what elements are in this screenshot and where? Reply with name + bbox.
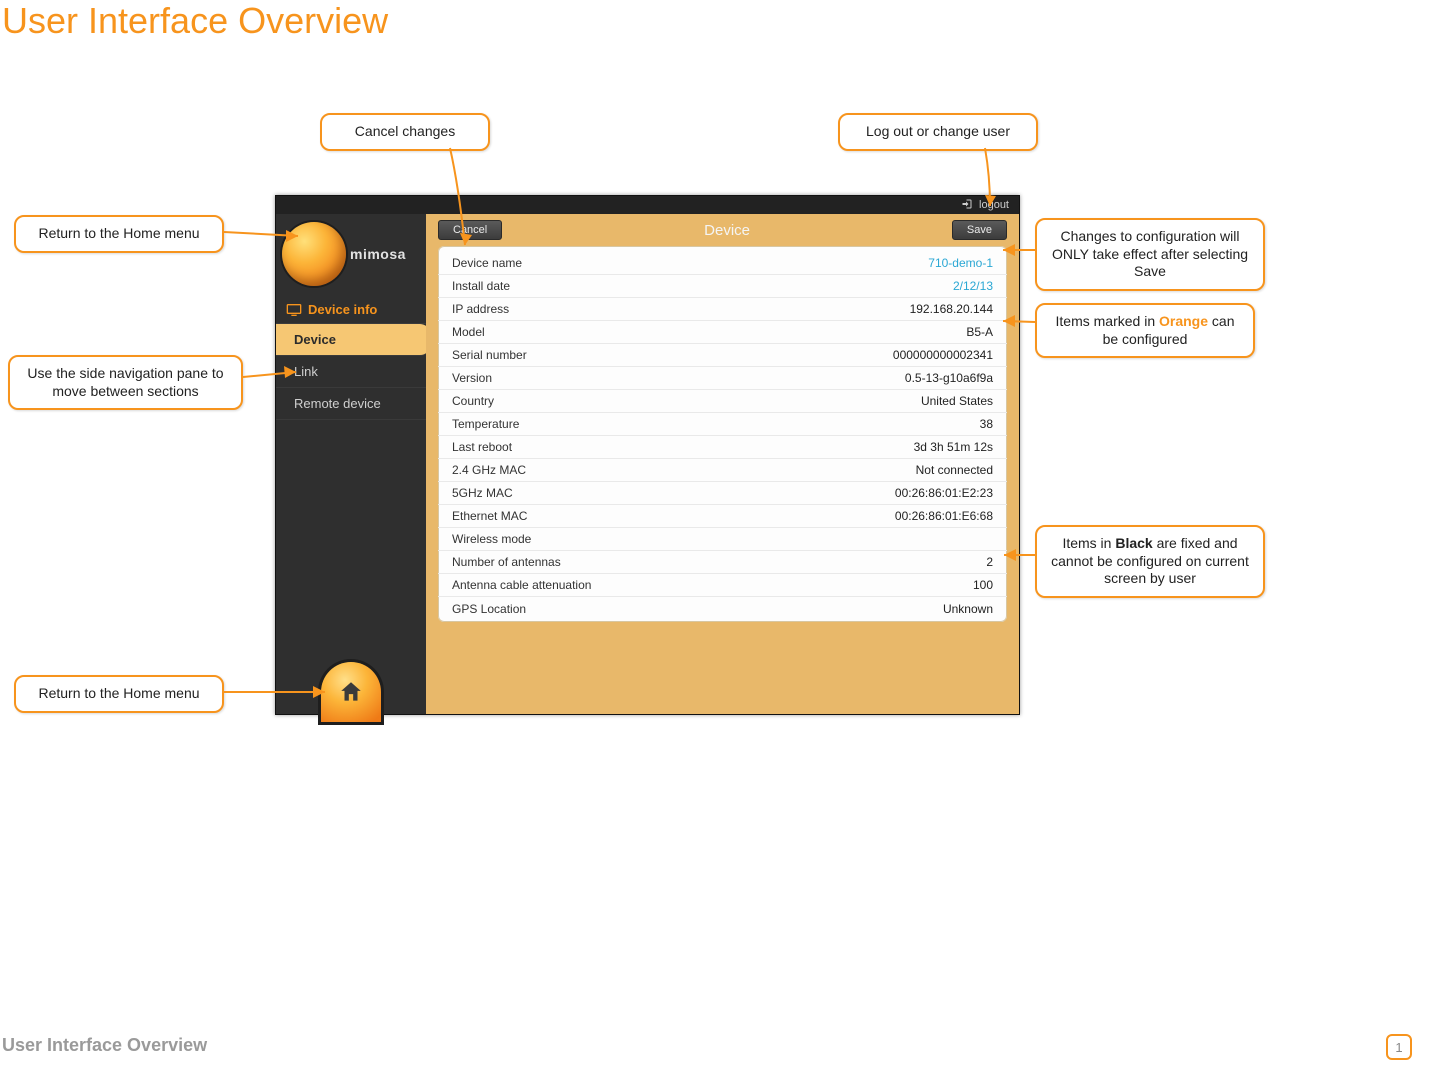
field-label: Install date	[452, 279, 510, 293]
field-label: Wireless mode	[452, 532, 531, 546]
callout-text: Black	[1115, 535, 1152, 551]
field-value[interactable]: 2/12/13	[953, 279, 993, 293]
field-label: Version	[452, 371, 492, 385]
field-value[interactable]: 710-demo-1	[928, 256, 993, 270]
page-number: 1	[1386, 1034, 1412, 1060]
field-label: Antenna cable attenuation	[452, 578, 591, 592]
field-value: United States	[921, 394, 993, 408]
nav-section-label: Device info	[308, 302, 377, 317]
field-value: 0.5-13-g10a6f9a	[905, 371, 993, 385]
cancel-button[interactable]: Cancel	[438, 220, 502, 240]
field-value: 192.168.20.144	[910, 302, 993, 316]
table-row: Number of antennas 2	[438, 551, 1007, 574]
brand-name: mimosa	[350, 246, 406, 262]
logout-link[interactable]: logout	[979, 199, 1009, 211]
field-value: Not connected	[916, 463, 993, 477]
top-bar: logout	[276, 196, 1019, 214]
field-value: 38	[980, 417, 993, 431]
sidebar-item-device[interactable]: Device	[276, 324, 430, 356]
sidebar-item-link[interactable]: Link	[276, 356, 426, 388]
footer-title: User Interface Overview	[2, 1035, 207, 1056]
field-label: Number of antennas	[452, 555, 561, 569]
field-label: GPS Location	[452, 602, 526, 616]
table-row: Version 0.5-13-g10a6f9a	[438, 367, 1007, 390]
field-value: B5-A	[966, 325, 993, 339]
field-label: Device name	[452, 256, 522, 270]
field-label: Last reboot	[452, 440, 512, 454]
field-label: Model	[452, 325, 485, 339]
callout-text: Changes to configuration will ONLY take …	[1052, 228, 1248, 262]
table-row: Antenna cable attenuation 100	[438, 574, 1007, 597]
table-row: Country United States	[438, 390, 1007, 413]
callout-text: Items in	[1062, 535, 1115, 551]
table-row: Temperature 38	[438, 413, 1007, 436]
callout-cancel: Cancel changes	[320, 113, 490, 151]
callout-home-bottom: Return to the Home menu	[14, 675, 224, 713]
home-icon	[338, 679, 364, 705]
field-label: Ethernet MAC	[452, 509, 527, 523]
field-label: Country	[452, 394, 494, 408]
field-value: 3d 3h 51m 12s	[914, 440, 993, 454]
callout-home-top: Return to the Home menu	[14, 215, 224, 253]
field-value: 00:26:86:01:E2:23	[895, 486, 993, 500]
table-row: 2.4 GHz MAC Not connected	[438, 459, 1007, 482]
home-button[interactable]	[321, 662, 381, 722]
table-row: Last reboot 3d 3h 51m 12s	[438, 436, 1007, 459]
table-row: Install date 2/12/13	[438, 275, 1007, 298]
table-row: Device name 710-demo-1	[438, 252, 1007, 275]
table-row: IP address 192.168.20.144	[438, 298, 1007, 321]
nav-section-device-info[interactable]: Device info	[276, 294, 426, 324]
table-row: 5GHz MAC 00:26:86:01:E2:23	[438, 482, 1007, 505]
field-label: Serial number	[452, 348, 527, 362]
field-value: 00:26:86:01:E6:68	[895, 509, 993, 523]
sidebar-item-remote-device[interactable]: Remote device	[276, 388, 426, 420]
field-label: IP address	[452, 302, 509, 316]
monitor-icon	[286, 303, 302, 317]
brand-area[interactable]: mimosa	[276, 214, 426, 294]
field-value: 000000000002341	[893, 348, 993, 362]
table-row: Ethernet MAC 00:26:86:01:E6:68	[438, 505, 1007, 528]
callout-text: Items marked in	[1056, 313, 1159, 329]
page-title: User Interface Overview	[2, 0, 388, 42]
panel-title: Device	[704, 222, 750, 239]
field-label: Temperature	[452, 417, 519, 431]
sidebar: mimosa Device info DeviceLinkRemote devi…	[276, 214, 426, 714]
callout-sidenav: Use the side navigation pane to move bet…	[8, 355, 243, 410]
main-panel: Cancel Device Save Device name 710-demo-1…	[426, 214, 1019, 714]
callout-logout: Log out or change user	[838, 113, 1038, 151]
callout-text: Orange	[1159, 313, 1208, 329]
brand-logo-icon	[282, 222, 346, 286]
callout-text: Save	[1134, 263, 1166, 279]
table-row: Wireless mode	[438, 528, 1007, 551]
logout-icon[interactable]	[961, 198, 973, 213]
field-label: 2.4 GHz MAC	[452, 463, 526, 477]
field-value: 2	[986, 555, 993, 569]
callout-black: Items in Black are fixed and cannot be c…	[1035, 525, 1265, 598]
field-value: 100	[973, 578, 993, 592]
save-button[interactable]: Save	[952, 220, 1007, 240]
callout-orange: Items marked in Orange can be configured	[1035, 303, 1255, 358]
table-row: Serial number 000000000002341	[438, 344, 1007, 367]
table-row: Model B5-A	[438, 321, 1007, 344]
table-row: GPS Location Unknown	[438, 597, 1007, 620]
callout-save: Changes to configuration will ONLY take …	[1035, 218, 1265, 291]
field-label: 5GHz MAC	[452, 486, 513, 500]
field-value: Unknown	[943, 602, 993, 616]
app-window: logout mimosa Device info DeviceLinkRemo…	[275, 195, 1020, 715]
device-info-table: Device name 710-demo-1 Install date 2/12/13…	[438, 246, 1007, 622]
